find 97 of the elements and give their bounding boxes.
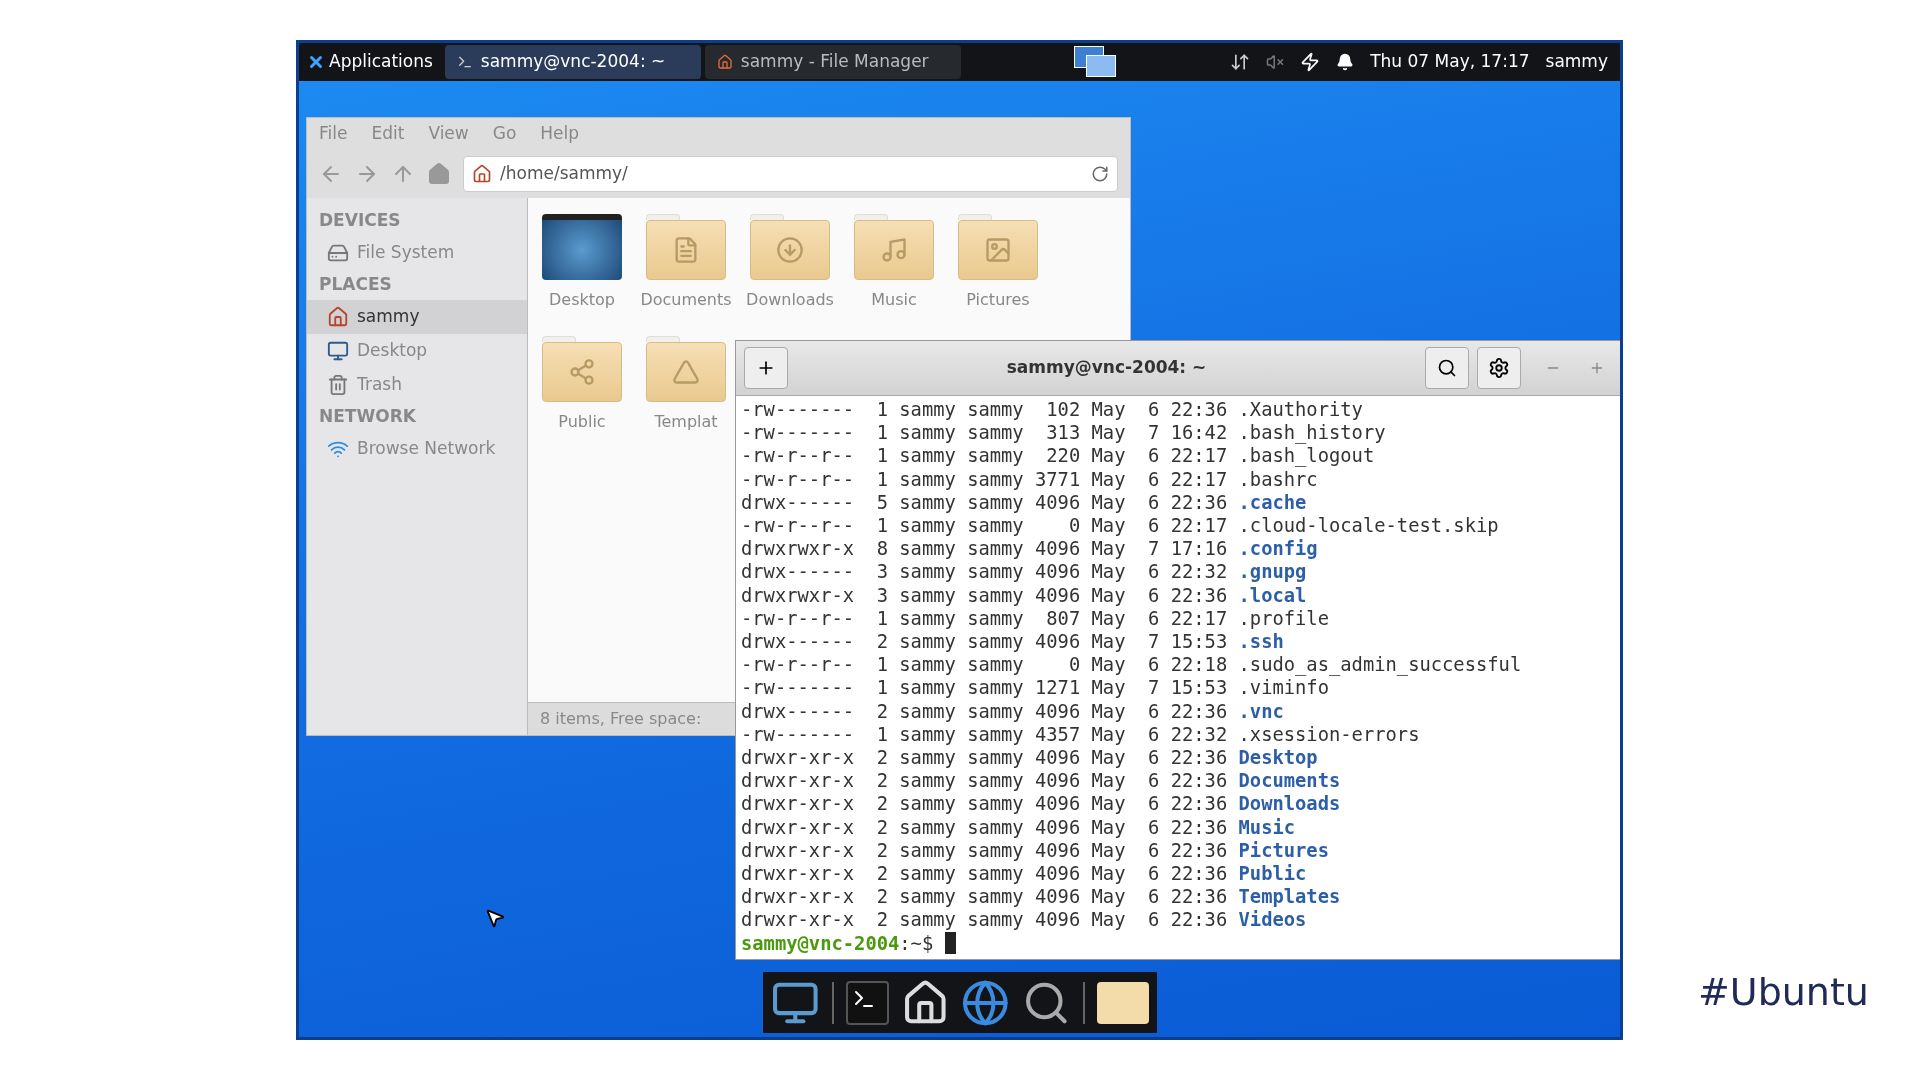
file-name: Pictures — [1238, 838, 1329, 863]
folder-item[interactable]: Downloads — [746, 214, 834, 312]
sidebar-heading: NETWORK — [318, 405, 417, 429]
listing-entry: -rw-r--r-- 1 sammy sammy 807 May 6 22:17 — [741, 606, 1228, 631]
terminal-icon[interactable] — [845, 980, 889, 1025]
listing-entry: -rw------- 1 sammy sammy 102 May 6 22:36 — [741, 398, 1228, 422]
sidebar-item[interactable]: File System — [307, 236, 527, 270]
file-name: Public — [1238, 862, 1307, 886]
listing-entry: drwxr-xr-x 2 sammy sammy 4096 May 6 22:36 — [741, 769, 1228, 793]
menu-item[interactable]: Edit — [371, 121, 405, 147]
file-name: Desktop — [1238, 746, 1318, 770]
listing-entry: drwxr-xr-x 2 sammy sammy 4096 May 6 22:36 — [741, 885, 1228, 909]
monitor-icon — [327, 340, 349, 362]
folder-item[interactable]: Pictures — [958, 214, 1038, 312]
listing-entry: -rw-r--r-- 1 sammy sammy 0 May 6 22:17 — [741, 514, 1228, 538]
caption: #Ubuntu — [1698, 969, 1869, 1016]
terminal-icon — [456, 54, 473, 70]
folder-item[interactable]: Music — [854, 214, 934, 312]
location-field[interactable]: /home/sammy/ — [463, 156, 1118, 192]
file-name: Downloads — [1238, 792, 1341, 816]
trash-icon — [327, 374, 349, 396]
file-name: .cache — [1238, 490, 1307, 514]
folder-item[interactable]: Documents — [640, 214, 732, 312]
file-name: Templates — [1238, 885, 1341, 909]
listing-entry: drwxr-xr-x 2 sammy sammy 4096 May 6 22:36 — [741, 908, 1228, 932]
listing-entry: drwxr-xr-x 2 sammy sammy 4096 May 6 22:36 — [741, 815, 1228, 839]
settings-button[interactable] — [1477, 347, 1521, 389]
home-icon — [472, 164, 492, 184]
file-name: Music — [1238, 815, 1296, 839]
file-name: Videos — [1238, 908, 1307, 932]
xfce-logo-icon — [307, 53, 325, 71]
listing-entry: drwxr-xr-x 2 sammy sammy 4096 May 6 22:36 — [741, 792, 1228, 816]
sidebar-item[interactable]: Desktop — [307, 334, 527, 368]
menu-item[interactable]: Help — [540, 121, 580, 147]
desktop-folder-icon — [542, 214, 622, 280]
search-button[interactable] — [1425, 347, 1469, 389]
sidebar-item[interactable]: Browse Network — [307, 432, 527, 466]
folder-item[interactable]: Public — [542, 336, 622, 434]
listing-entry: drwx------ 2 sammy sammy 4096 May 7 15:53 — [741, 630, 1228, 654]
reload-icon[interactable] — [1091, 165, 1109, 183]
listing-entry: drwxrwxr-x 8 sammy sammy 4096 May 7 17:16 — [741, 537, 1228, 561]
prompt-path: :~$ — [899, 931, 934, 955]
file-name: .bash_logout — [1238, 444, 1375, 468]
sidebar-item[interactable]: Trash — [307, 368, 527, 402]
taskbar-item[interactable]: sammy@vnc-2004: ~ — [444, 45, 701, 79]
file-name: .local — [1238, 583, 1307, 607]
listing-entry: -rw------- 1 sammy sammy 1271 May 7 15:53 — [741, 676, 1228, 700]
prompt-user-host: sammy@vnc-2004 — [741, 931, 900, 955]
listing-entry: drwxrwxr-x 3 sammy sammy 4096 May 6 22:36 — [741, 583, 1228, 607]
home-icon — [327, 306, 349, 328]
mouse-pointer-icon — [484, 907, 506, 929]
user-name[interactable]: sammy — [1545, 49, 1608, 75]
sidebar-heading: DEVICES — [318, 209, 402, 233]
file-name: Documents — [1238, 769, 1341, 793]
listing-entry: -rw-r--r-- 1 sammy sammy 3771 May 6 22:17 — [741, 467, 1228, 491]
file-name: .cloud-locale-test.skip — [1238, 514, 1499, 538]
listing-entry: drwx------ 3 sammy sammy 4096 May 6 22:32 — [741, 560, 1228, 584]
window-title: sammy@vnc-2004: ~ — [1005, 356, 1208, 380]
file-name: .gnupg — [1238, 560, 1307, 584]
home-icon — [716, 54, 733, 70]
sidebar-heading: PLACES — [318, 273, 393, 297]
drive-icon — [327, 242, 349, 264]
file-name: .bash_history — [1238, 421, 1386, 445]
muted-volume-icon[interactable] — [1266, 53, 1285, 71]
listing-entry: drwxr-xr-x 2 sammy sammy 4096 May 6 22:36 — [741, 862, 1228, 886]
file-name: .vnc — [1238, 699, 1284, 723]
file-name: .xsession-errors — [1238, 722, 1420, 747]
search-icon — [1437, 358, 1457, 378]
power-icon[interactable] — [1300, 52, 1321, 72]
listing-entry: drwxr-xr-x 2 sammy sammy 4096 May 6 22:36 — [741, 746, 1228, 770]
folder-item[interactable]: Desktop — [542, 214, 622, 312]
file-name: .bashrc — [1238, 467, 1318, 491]
listing-entry: -rw------- 1 sammy sammy 313 May 7 16:42 — [741, 421, 1228, 445]
listing-entry: drwxr-xr-x 2 sammy sammy 4096 May 6 22:36 — [741, 838, 1228, 863]
file-name: .profile — [1238, 606, 1329, 631]
menu-item[interactable]: File — [319, 121, 348, 147]
network-icon[interactable] — [1230, 52, 1251, 72]
text-cursor — [944, 932, 956, 955]
file-name: .config — [1238, 537, 1318, 561]
file-name: .Xauthority — [1238, 398, 1363, 422]
listing-entry: -rw-r--r-- 1 sammy sammy 220 May 6 22:17 — [741, 444, 1228, 468]
folder-item[interactable]: Templat — [646, 336, 726, 434]
workspace-switcher-icon[interactable] — [1073, 46, 1118, 78]
menu-item[interactable]: Go — [492, 121, 517, 147]
bell-icon[interactable] — [1336, 53, 1355, 71]
applications-menu[interactable]: Applications — [299, 43, 441, 81]
sidebar-item[interactable]: sammy — [307, 300, 527, 334]
menu-item[interactable]: View — [428, 121, 469, 147]
file-name: .sudo_as_admin_successful — [1238, 653, 1522, 677]
taskbar-item[interactable]: sammy - File Manager — [704, 45, 961, 79]
listing-entry: -rw-r--r-- 1 sammy sammy 0 May 6 22:18 — [741, 653, 1228, 677]
new-tab-button[interactable] — [744, 347, 788, 389]
listing-entry: drwx------ 5 sammy sammy 4096 May 6 22:36 — [741, 490, 1228, 514]
clock[interactable]: Thu 07 May, 17:17 — [1370, 49, 1530, 75]
file-name: .ssh — [1238, 630, 1284, 654]
settings-icon — [1488, 357, 1510, 379]
file-name: .viminfo — [1238, 676, 1329, 700]
